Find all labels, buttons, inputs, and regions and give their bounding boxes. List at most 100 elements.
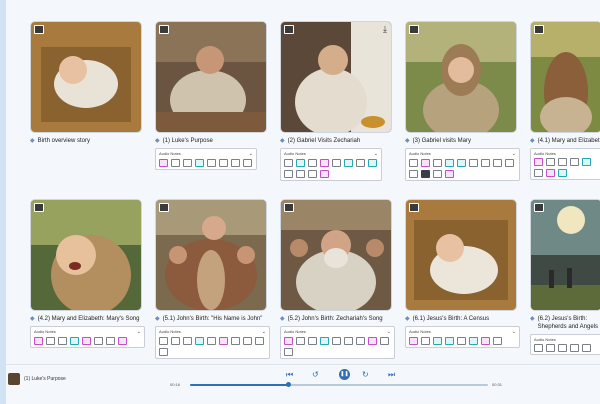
note-icon[interactable] (296, 337, 305, 345)
note-icon[interactable] (207, 159, 216, 167)
note-icon[interactable] (320, 159, 329, 167)
progress-knob[interactable] (286, 382, 292, 387)
story-image[interactable] (30, 21, 142, 133)
story-image[interactable] (530, 199, 600, 311)
story-card[interactable]: ◆ (5.1) John's Birth: "His Name is John" … (155, 199, 270, 359)
note-icon[interactable] (546, 158, 555, 166)
note-icon[interactable] (58, 337, 67, 345)
story-card[interactable]: ◆ Birth overview story (30, 21, 142, 145)
note-icon[interactable] (558, 158, 567, 166)
note-icon[interactable] (332, 159, 341, 167)
note-icon[interactable] (284, 159, 293, 167)
note-icon[interactable] (546, 344, 555, 352)
note-icon[interactable] (546, 169, 555, 177)
story-image[interactable] (280, 199, 392, 311)
story-image[interactable] (155, 199, 267, 311)
note-icon[interactable] (183, 159, 192, 167)
note-icon[interactable] (534, 158, 543, 166)
skip-next-icon[interactable]: ⏭ (388, 370, 395, 380)
note-icon[interactable] (118, 337, 127, 345)
note-icon[interactable] (558, 344, 567, 352)
note-icon[interactable] (493, 337, 502, 345)
pause-button[interactable]: ❚❚ (339, 369, 350, 380)
note-icon[interactable] (570, 158, 579, 166)
story-image[interactable] (405, 21, 517, 133)
note-icon[interactable] (308, 170, 317, 178)
note-icon[interactable] (308, 337, 317, 345)
story-card[interactable]: ◆ (6.2) Jesus's Birth: Shepherds and Ange… (530, 199, 600, 355)
note-icon[interactable] (171, 159, 180, 167)
note-icon[interactable] (94, 337, 103, 345)
note-icon[interactable] (421, 337, 430, 345)
note-icon[interactable] (82, 337, 91, 345)
note-icon[interactable] (219, 159, 228, 167)
note-icon[interactable] (207, 337, 216, 345)
note-icon[interactable] (106, 337, 115, 345)
note-icon[interactable] (344, 159, 353, 167)
note-icon[interactable] (445, 159, 454, 167)
note-icon[interactable] (243, 159, 252, 167)
note-icon[interactable] (284, 170, 293, 178)
note-icon[interactable] (308, 159, 317, 167)
note-icon[interactable] (368, 159, 377, 167)
note-icon[interactable] (320, 337, 329, 345)
story-image[interactable]: ⤓ (280, 21, 392, 133)
note-icon[interactable] (421, 170, 430, 178)
note-icon[interactable] (195, 337, 204, 345)
note-icon[interactable] (469, 159, 478, 167)
note-icon[interactable] (534, 344, 543, 352)
note-icon[interactable] (284, 337, 293, 345)
note-icon[interactable] (505, 159, 514, 167)
note-icon[interactable] (171, 337, 180, 345)
chevron-down-icon[interactable]: ⌄ (249, 151, 253, 157)
note-icon[interactable] (570, 344, 579, 352)
note-icon[interactable] (159, 337, 168, 345)
download-icon[interactable]: ⤓ (383, 24, 387, 35)
story-card[interactable]: ◆ (4.1) Mary and Elizabeth Audio Notes (530, 21, 600, 180)
note-icon[interactable] (582, 344, 591, 352)
note-icon[interactable] (231, 159, 240, 167)
story-image[interactable] (405, 199, 517, 311)
chevron-down-icon[interactable]: ⌄ (387, 329, 391, 335)
note-icon[interactable] (344, 337, 353, 345)
note-icon[interactable] (183, 337, 192, 345)
note-icon[interactable] (284, 348, 293, 356)
note-icon[interactable] (433, 170, 442, 178)
note-icon[interactable] (481, 337, 490, 345)
story-image[interactable] (155, 21, 267, 133)
note-icon[interactable] (445, 170, 454, 178)
chevron-down-icon[interactable]: ⌄ (512, 151, 516, 157)
note-icon[interactable] (534, 169, 543, 177)
note-icon[interactable] (457, 159, 466, 167)
rewind-icon[interactable]: ↺ (312, 370, 319, 379)
note-icon[interactable] (433, 337, 442, 345)
note-icon[interactable] (368, 337, 377, 345)
note-icon[interactable] (159, 159, 168, 167)
note-icon[interactable] (320, 170, 329, 178)
story-card[interactable]: ◆ (4.2) Mary and Elizabeth: Mary's Song A… (30, 199, 145, 348)
note-icon[interactable] (34, 337, 43, 345)
note-icon[interactable] (469, 337, 478, 345)
note-icon[interactable] (356, 159, 365, 167)
story-card[interactable]: ◆ (3) Gabriel visits Mary Audio Notes ⌄ (405, 21, 520, 181)
note-icon[interactable] (159, 348, 168, 356)
story-card[interactable]: ◆ (5.2) John's Birth: Zechariah's Song Au… (280, 199, 395, 359)
note-icon[interactable] (582, 158, 591, 166)
note-icon[interactable] (70, 337, 79, 345)
fast-forward-icon[interactable]: ↻ (362, 370, 369, 379)
note-icon[interactable] (421, 159, 430, 167)
note-icon[interactable] (219, 337, 228, 345)
note-icon[interactable] (356, 337, 365, 345)
note-icon[interactable] (195, 159, 204, 167)
chevron-down-icon[interactable]: ⌄ (374, 151, 378, 157)
note-icon[interactable] (558, 169, 567, 177)
note-icon[interactable] (481, 159, 490, 167)
note-icon[interactable] (380, 337, 389, 345)
story-card[interactable]: ⤓ ◆ (2) Gabriel Visits Zechariah Audio No… (280, 21, 392, 181)
note-icon[interactable] (231, 337, 240, 345)
note-icon[interactable] (296, 170, 305, 178)
note-icon[interactable] (493, 159, 502, 167)
note-icon[interactable] (409, 337, 418, 345)
note-icon[interactable] (457, 337, 466, 345)
note-icon[interactable] (409, 159, 418, 167)
